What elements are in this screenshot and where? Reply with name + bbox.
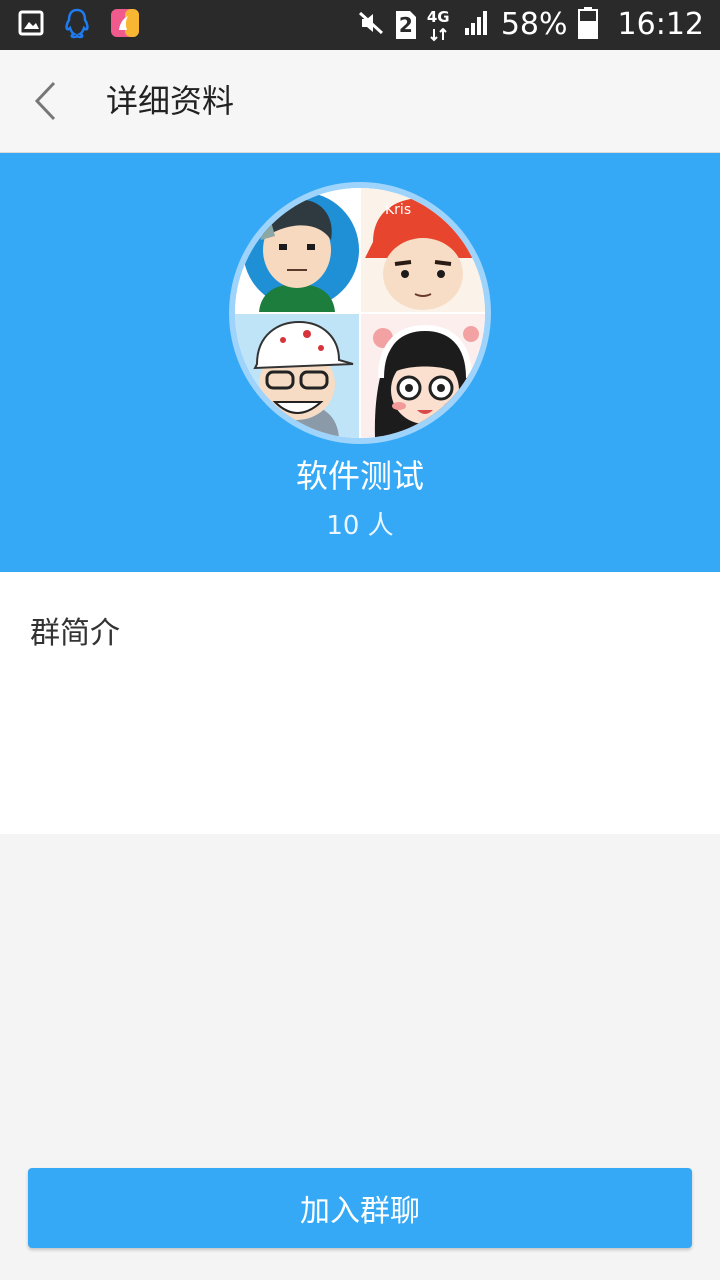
member-avatar-1 [235, 188, 359, 312]
group-detail-screen: 2 4G 58% 16:12 详细资料 Kris 软件测试 10 人 群简介 加… [0, 0, 720, 1280]
member-avatar-3 [235, 314, 359, 438]
status-time: 16:12 [617, 7, 704, 42]
group-avatar[interactable]: Kris [235, 188, 485, 438]
nav-bar: 详细资料 [0, 50, 720, 154]
back-button[interactable] [22, 76, 68, 126]
svg-text:Kris: Kris [385, 202, 411, 218]
network-type-label: 4G [426, 8, 450, 26]
status-bar-system: 2 4G 58% 16:12 [357, 0, 704, 50]
status-bar: 2 4G 58% 16:12 [0, 0, 720, 50]
member-avatar-2: Kris [361, 188, 485, 312]
group-name: 软件测试 [295, 457, 424, 495]
network-4g-icon: 4G [427, 8, 453, 42]
member-avatar-4 [361, 314, 485, 438]
app-notification-icon [110, 8, 140, 42]
battery-icon [577, 7, 598, 43]
join-group-button[interactable]: 加入群聊 [28, 1168, 692, 1248]
status-bar-notifications [18, 8, 140, 42]
group-avatar-ring: Kris [229, 182, 491, 444]
group-intro-label: 群简介 [30, 616, 120, 651]
gallery-icon [18, 10, 44, 40]
group-header: Kris 软件测试 10 人 [0, 153, 720, 572]
member-count: 10 人 [326, 511, 394, 541]
join-group-label: 加入群聊 [300, 1194, 420, 1229]
signal-icon [463, 9, 491, 41]
mute-icon [357, 9, 385, 41]
page-title: 详细资料 [106, 82, 235, 120]
chevron-left-icon [34, 81, 56, 121]
qq-penguin-icon [62, 7, 92, 43]
sim-icon: 2 [395, 10, 417, 40]
sim-slot-number: 2 [398, 13, 413, 37]
group-intro-section: 群简介 [0, 572, 720, 834]
battery-percent: 58% [500, 7, 568, 42]
